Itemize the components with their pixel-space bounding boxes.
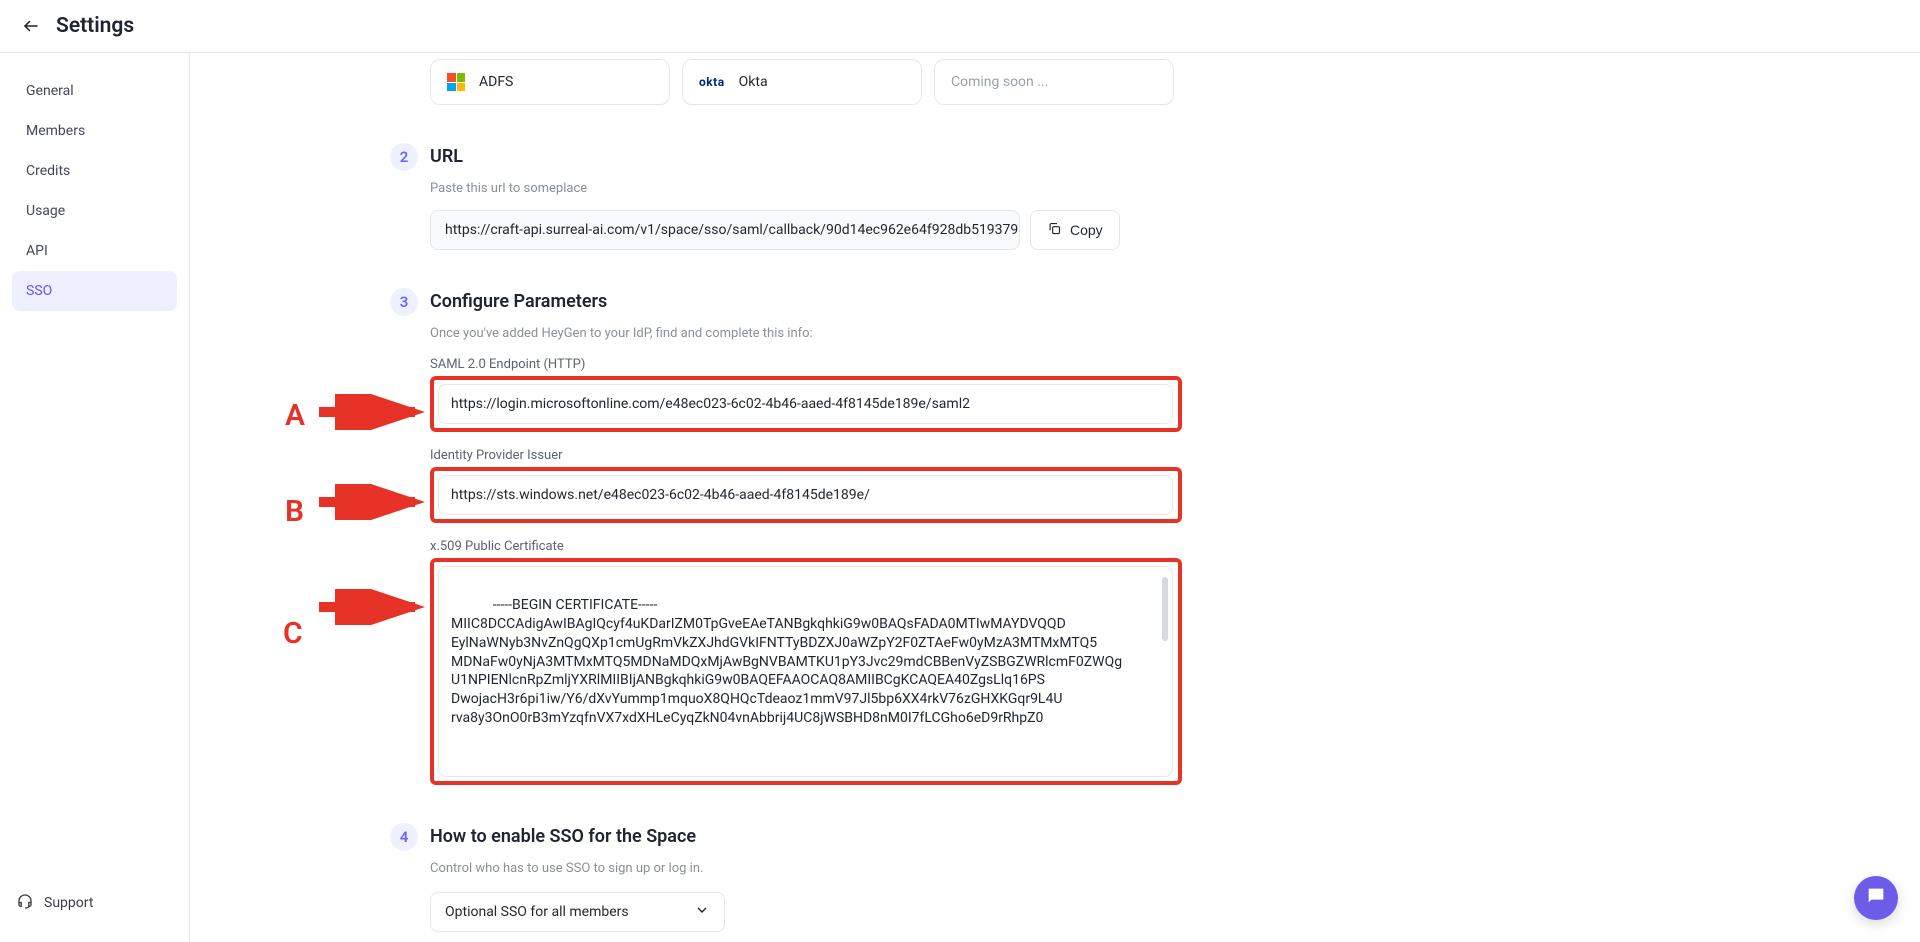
provider-card-adfs[interactable]: ADFS (430, 59, 670, 105)
callback-url-field[interactable]: https://craft-api.surreal-ai.com/v1/spac… (430, 210, 1020, 250)
annotation-box-b: https://sts.windows.net/e48ec023-6c02-4b… (430, 467, 1182, 523)
annotation-box-a: https://login.microsoftonline.com/e48ec0… (430, 376, 1182, 432)
copy-label: Copy (1070, 222, 1103, 238)
sidebar-item-label: General (26, 83, 74, 99)
issuer-input[interactable]: https://sts.windows.net/e48ec023-6c02-4b… (438, 475, 1173, 515)
sidebar-item-credits[interactable]: Credits (12, 151, 177, 191)
copy-icon (1047, 221, 1062, 239)
provider-label: Coming soon ... (951, 74, 1048, 90)
sidebar-item-label: Credits (26, 163, 70, 179)
provider-label: ADFS (479, 74, 513, 90)
step-number: 2 (390, 143, 418, 171)
saml-endpoint-input[interactable]: https://login.microsoftonline.com/e48ec0… (438, 384, 1173, 424)
support-link[interactable]: Support (12, 882, 177, 924)
sidebar-item-usage[interactable]: Usage (12, 191, 177, 231)
step-number: 3 (390, 288, 418, 316)
provider-label: Okta (739, 74, 768, 90)
annotation-letter-b: B (285, 494, 304, 529)
sidebar-item-sso[interactable]: SSO (12, 271, 177, 311)
annotation-letter-c: C (283, 616, 303, 651)
select-value: Optional SSO for all members (445, 904, 629, 920)
headset-icon (16, 892, 34, 914)
provider-card-coming-soon: Coming soon ... (934, 59, 1174, 105)
chat-icon (1865, 885, 1887, 911)
help-text: Once you've added HeyGen to your IdP, fi… (430, 326, 1520, 341)
sidebar-item-label: API (26, 243, 48, 259)
layout: General Members Credits Usage API SSO Su… (0, 53, 1920, 942)
annotation-arrow-c (315, 589, 425, 625)
step-title: How to enable SSO for the Space (430, 823, 696, 851)
support-label: Support (44, 895, 93, 911)
annotation-arrow-a (315, 394, 425, 430)
annotation-box-c: -----BEGIN CERTIFICATE----- MIIC8DCCAdig… (430, 558, 1182, 785)
annotation-arrow-b (315, 484, 425, 520)
field-label-saml: SAML 2.0 Endpoint (HTTP) (430, 357, 1520, 372)
main: ADFS okta Okta Coming soon ... 2 URL Pas… (190, 53, 1920, 942)
okta-icon: okta (699, 75, 725, 89)
certificate-textarea[interactable]: -----BEGIN CERTIFICATE----- MIIC8DCCAdig… (438, 566, 1173, 777)
step-title: Configure Parameters (430, 288, 607, 316)
sidebar-item-members[interactable]: Members (12, 111, 177, 151)
field-label-cert: x.509 Public Certificate (430, 539, 1520, 554)
sidebar: General Members Credits Usage API SSO Su… (0, 53, 190, 942)
adfs-icon (447, 73, 465, 91)
provider-card-okta[interactable]: okta Okta (682, 59, 922, 105)
sidebar-item-api[interactable]: API (12, 231, 177, 271)
sso-mode-select[interactable]: Optional SSO for all members (430, 892, 725, 932)
sidebar-item-label: SSO (26, 283, 52, 299)
sidebar-item-label: Members (26, 123, 85, 139)
field-label-issuer: Identity Provider Issuer (430, 448, 1520, 463)
sidebar-item-label: Usage (26, 203, 65, 219)
copy-button[interactable]: Copy (1030, 210, 1120, 250)
scrollbar[interactable] (1162, 577, 1168, 641)
annotation-letter-a: A (285, 398, 305, 433)
chat-widget-button[interactable] (1854, 876, 1898, 920)
chevron-down-icon (694, 902, 710, 922)
step-title: URL (430, 143, 463, 171)
header: Settings (0, 0, 1920, 53)
back-icon[interactable] (20, 15, 42, 37)
sidebar-item-general[interactable]: General (12, 71, 177, 111)
page-title: Settings (56, 14, 134, 38)
help-text: Paste this url to someplace (430, 181, 1520, 196)
help-text: Control who has to use SSO to sign up or… (430, 861, 1520, 876)
step-number: 4 (390, 823, 418, 851)
